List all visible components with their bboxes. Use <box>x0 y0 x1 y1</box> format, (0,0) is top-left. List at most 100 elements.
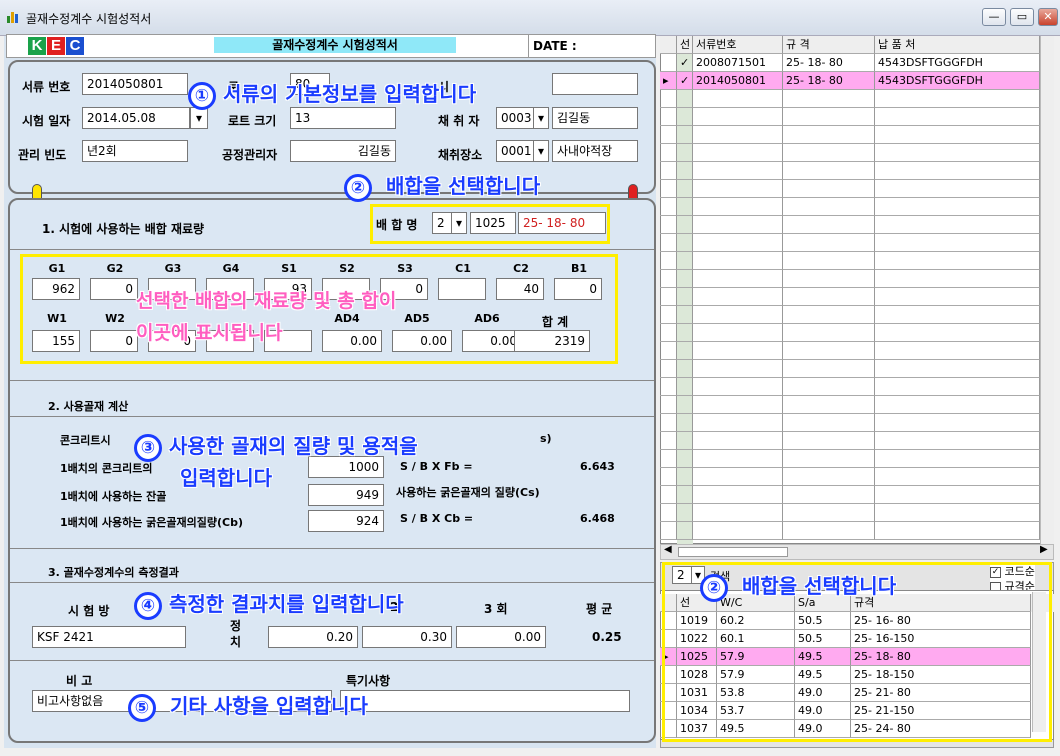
material-value: 0 <box>90 278 138 300</box>
spec-cell: 25- 18- 80 <box>783 54 875 72</box>
misc-input[interactable] <box>552 73 638 95</box>
empty-cell <box>677 306 693 324</box>
special-input[interactable] <box>340 690 630 712</box>
row-indicator <box>660 486 677 504</box>
round-2-input[interactable]: 0.30 <box>362 626 452 648</box>
callout-pink-1: 선택한 배합의 재료량 및 총 합이 <box>136 290 397 312</box>
row-indicator <box>660 180 677 198</box>
material-label: G1 <box>48 262 66 275</box>
empty-cell <box>693 216 783 234</box>
row-indicator <box>660 108 677 126</box>
sampler-dropdown-icon[interactable]: ▾ <box>533 107 549 129</box>
minimize-button[interactable]: — <box>982 8 1006 26</box>
empty-cell <box>783 378 875 396</box>
empty-cell <box>677 378 693 396</box>
sbcb-value: 6.468 <box>580 512 615 525</box>
remark-label: 비 고 <box>66 674 93 688</box>
material-label: C2 <box>513 262 529 275</box>
empty-row <box>660 522 1054 540</box>
empty-cell <box>783 468 875 486</box>
maximize-button[interactable]: ▭ <box>1010 8 1034 26</box>
empty-row <box>660 144 1054 162</box>
place-code-input[interactable]: 0001 <box>496 140 534 162</box>
row-indicator <box>660 450 677 468</box>
callout-3: ③ 사용한 골재의 질량 및 용적을 <box>134 430 418 462</box>
empty-cell <box>875 288 1040 306</box>
empty-cell <box>875 162 1040 180</box>
total-label: 합 계 <box>541 315 569 329</box>
callout-text: 측정한 결과치를 입력합니다 <box>168 592 404 616</box>
fine-agg-input[interactable]: 949 <box>308 484 384 506</box>
empty-cell <box>783 396 875 414</box>
grid-header: 규 격 <box>783 36 875 54</box>
sampler-name-input[interactable]: 김길동 <box>552 107 638 129</box>
empty-cell <box>693 468 783 486</box>
empty-cell <box>875 198 1040 216</box>
close-button[interactable]: ✕ <box>1038 8 1058 26</box>
sampler-code-input[interactable]: 0003 <box>496 107 534 129</box>
material-value: 0.00 <box>322 330 382 352</box>
scroll-thumb[interactable] <box>678 547 788 557</box>
mix-code-input[interactable]: 1025 <box>470 212 516 234</box>
method-input[interactable]: KSF 2421 <box>32 626 186 648</box>
client-cell: 4543DSFTGGGFDH <box>875 54 1040 72</box>
callout-text: 배합을 선택합니다 <box>385 174 541 198</box>
empty-row <box>660 270 1054 288</box>
empty-cell <box>677 522 693 540</box>
sbfb-value: 6.643 <box>580 460 615 473</box>
empty-cell <box>693 504 783 522</box>
process-mgr-input[interactable]: 김길동 <box>290 140 396 162</box>
empty-cell <box>783 198 875 216</box>
empty-cell <box>875 504 1040 522</box>
divider <box>10 249 654 250</box>
empty-cell <box>783 126 875 144</box>
table-row[interactable]: ▸ ✓ 2014050801 25- 18- 80 4543DSFTGGGFDH <box>660 72 1054 90</box>
empty-cell <box>693 360 783 378</box>
total-value: 2319 <box>514 330 590 352</box>
callout-pink-2: 이곳에 표시됩니다 <box>136 322 283 344</box>
empty-row <box>660 414 1054 432</box>
empty-row <box>660 288 1054 306</box>
empty-row <box>660 216 1054 234</box>
table-row[interactable]: ✓ 2008071501 25- 18- 80 4543DSFTGGGFDH <box>660 54 1054 72</box>
row-indicator <box>660 522 677 540</box>
mix-select-combo[interactable]: 2 <box>432 212 452 234</box>
test-date-input[interactable]: 2014.05.08 <box>82 107 190 129</box>
empty-cell <box>693 90 783 108</box>
process-mgr-label: 공정관리자 <box>222 148 278 162</box>
empty-cell <box>677 252 693 270</box>
row-indicator <box>660 342 677 360</box>
vertical-scrollbar[interactable] <box>1040 36 1054 544</box>
mgmt-freq-input[interactable]: 년2회 <box>82 140 188 162</box>
mix-spec-input[interactable]: 25- 18- 80 <box>518 212 606 234</box>
empty-row <box>660 378 1054 396</box>
empty-cell <box>693 270 783 288</box>
empty-cell <box>677 432 693 450</box>
place-name-input[interactable]: 사내야적장 <box>552 140 638 162</box>
step-3-icon: ③ <box>134 434 162 462</box>
date-dropdown-icon[interactable]: ▾ <box>190 107 208 129</box>
scroll-right-icon[interactable]: ▶ <box>1040 544 1048 555</box>
round-1-input[interactable]: 0.20 <box>268 626 358 648</box>
row-indicator <box>660 234 677 252</box>
empty-cell <box>875 414 1040 432</box>
lot-size-input[interactable]: 13 <box>290 107 396 129</box>
result-section-title: 3. 골재수정계수의 측정결과 <box>48 566 179 579</box>
scroll-left-icon[interactable]: ◀ <box>664 544 672 555</box>
material-value: 962 <box>32 278 80 300</box>
empty-cell <box>677 486 693 504</box>
coarse-agg-input[interactable]: 924 <box>308 510 384 532</box>
row-indicator <box>660 324 677 342</box>
round-3-input[interactable]: 0.00 <box>456 626 546 648</box>
doc-no-input[interactable]: 2014050801 <box>82 73 188 95</box>
empty-row <box>660 162 1054 180</box>
mix-dropdown-icon[interactable]: ▾ <box>451 212 467 234</box>
row-indicator <box>660 36 677 54</box>
empty-row <box>660 306 1054 324</box>
empty-row <box>660 342 1054 360</box>
place-dropdown-icon[interactable]: ▾ <box>533 140 549 162</box>
empty-cell <box>677 126 693 144</box>
row-indicator <box>660 396 677 414</box>
empty-cell <box>677 162 693 180</box>
special-label: 특기사항 <box>346 674 391 688</box>
